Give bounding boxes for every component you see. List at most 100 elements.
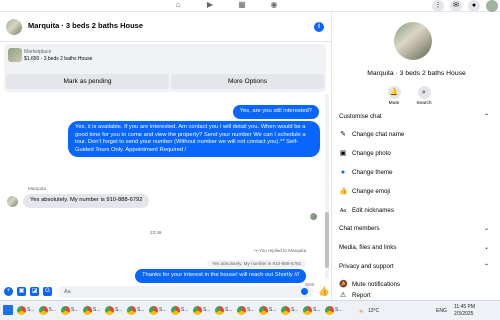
taskbar-app[interactable]: S... <box>104 304 124 318</box>
browser-icon <box>127 306 136 315</box>
chevron-down-icon: ⌄ <box>483 245 489 251</box>
listing-title[interactable]: $1,650 - 3 beds 2 baths House <box>24 56 92 62</box>
taskbar-app-label: S... <box>71 307 79 313</box>
image-icon[interactable]: ▣ <box>17 287 26 296</box>
home-icon[interactable]: ⌂ <box>170 0 186 10</box>
mute-notifications[interactable]: 🔕 Mute notifications <box>339 278 489 292</box>
change-emoji[interactable]: 👍 Change emoji <box>339 185 489 199</box>
browser-icon <box>237 306 246 315</box>
taskbar-app-label: S... <box>27 307 35 313</box>
quoted-message[interactable]: Yes absolutely. My number is 910-888-679… <box>207 260 307 267</box>
taskbar: S... 5... S... S... S... S... S... S... S... S...… <box>0 300 500 320</box>
message-outgoing[interactable]: Thanks for your interest in the house! w… <box>135 269 307 283</box>
sender-avatar[interactable] <box>7 196 18 207</box>
notifications-icon[interactable]: ● <box>468 0 480 12</box>
message-outgoing[interactable]: Yes, it is available. If you are interes… <box>68 121 320 158</box>
taskbar-app[interactable]: S... <box>192 304 212 318</box>
mute-button[interactable]: 🔔 Mute <box>379 86 409 106</box>
taskbar-app[interactable]: S... <box>60 304 80 318</box>
taskbar-app-label: S... <box>93 307 101 313</box>
search-label: Search <box>416 101 432 106</box>
reply-note-text: You replied to Marquita <box>259 248 307 253</box>
info-icon[interactable]: i <box>314 22 324 32</box>
item-label: Report <box>352 292 371 299</box>
item-label: Mute notifications <box>352 281 401 288</box>
taskbar-app[interactable]: S... <box>16 304 36 318</box>
search-button[interactable]: ⌕ Search <box>409 86 439 106</box>
clock-date[interactable]: 2/3/2025 <box>454 311 473 317</box>
browser-icon <box>215 306 224 315</box>
browser-icon <box>83 306 92 315</box>
customise-chat-section[interactable]: Customise chat ⌃ <box>339 110 489 124</box>
profile-avatar[interactable] <box>486 0 498 12</box>
chat-avatar[interactable] <box>6 19 22 35</box>
taskbar-app[interactable]: 5... <box>38 304 58 318</box>
clock-time[interactable]: 11:45 PM <box>454 304 475 310</box>
taskbar-app-label: S... <box>291 307 299 313</box>
taskbar-app[interactable]: S... <box>82 304 102 318</box>
video-icon[interactable]: ▶ <box>202 0 218 10</box>
message-input[interactable]: Aa <box>58 286 313 298</box>
edit-nicknames[interactable]: Aa Edit nicknames <box>339 204 489 218</box>
chat-scrollbar[interactable] <box>325 94 329 279</box>
item-label: Change chat name <box>352 131 405 138</box>
taskbar-app[interactable]: S... <box>170 304 190 318</box>
change-chat-name[interactable]: ✎ Change chat name <box>339 128 489 142</box>
taskbar-app[interactable]: S... <box>258 304 278 318</box>
sticker-icon[interactable]: ◪ <box>30 287 39 296</box>
taskbar-app[interactable]: S... <box>280 304 300 318</box>
weather-icon[interactable]: ☀ <box>358 308 364 316</box>
change-theme[interactable]: ● Change theme <box>339 166 489 180</box>
browser-icon <box>149 306 158 315</box>
item-label: Change emoji <box>352 188 391 195</box>
gif-icon[interactable]: G <box>43 287 52 296</box>
language[interactable]: ENG <box>436 308 447 314</box>
more-options-button[interactable]: More Options <box>171 74 324 89</box>
chat-title[interactable]: Marquita · 3 beds 2 baths House <box>28 21 143 30</box>
media-section[interactable]: Media, files and links ⌄ <box>339 241 489 255</box>
plus-icon[interactable]: + <box>4 287 13 296</box>
marketplace-label: Marketplace <box>24 49 52 55</box>
message-outgoing[interactable]: Yes, are you still interested? <box>232 105 319 119</box>
change-photo[interactable]: ▣ Change photo <box>339 147 489 161</box>
report[interactable]: ⚠ Report <box>339 292 489 300</box>
taskbar-app[interactable]: S... <box>302 304 322 318</box>
taskbar-app[interactable]: S... <box>148 304 168 318</box>
browser-icon <box>61 306 70 315</box>
search-icon: ⌕ <box>417 86 431 99</box>
scroll-thumb[interactable] <box>325 212 329 268</box>
start-icon[interactable] <box>3 305 13 315</box>
report-icon: ⚠ <box>339 292 347 299</box>
browser-icon <box>259 306 268 315</box>
seen-avatar <box>310 213 317 220</box>
chat-members-section[interactable]: Chat members ⌄ <box>339 222 489 236</box>
taskbar-app[interactable]: S... <box>214 304 234 318</box>
weather-temp[interactable]: 13°C <box>368 308 379 314</box>
taskbar-app-label: 5... <box>49 307 56 313</box>
reply-note: ↪ You replied to Marquita <box>254 248 307 253</box>
like-icon[interactable]: 👍 <box>318 287 329 296</box>
messenger-icon[interactable]: ✉ <box>450 0 462 12</box>
emoji-icon[interactable] <box>301 288 308 295</box>
listing-thumbnail[interactable] <box>8 48 22 62</box>
photo-icon: ▣ <box>339 150 347 157</box>
taskbar-app[interactable]: S... <box>236 304 256 318</box>
message-incoming[interactable]: Yes absolutely. My number is 910-888-679… <box>23 194 150 208</box>
conversation-avatar[interactable] <box>394 22 432 60</box>
taskbar-app[interactable]: S... <box>324 304 344 318</box>
nickname-icon: Aa <box>339 208 347 214</box>
taskbar-app-label: S... <box>269 307 277 313</box>
section-label: Media, files and links <box>339 244 397 251</box>
browser-icon <box>193 306 202 315</box>
privacy-section[interactable]: Privacy and support ⌃ <box>339 260 489 274</box>
taskbar-app[interactable]: S... <box>126 304 146 318</box>
conversation-details: Marquita · 3 beds 2 baths House 🔔 Mute ⌕… <box>333 12 500 300</box>
conversation-name: Marquita · 3 beds 2 baths House <box>367 70 466 77</box>
taskbar-app-label: S... <box>335 307 343 313</box>
menu-grid-icon[interactable]: ⋮ <box>432 0 444 12</box>
marketplace-icon[interactable]: ▦ <box>234 0 250 10</box>
mark-pending-button[interactable]: Mark as pending <box>6 74 169 89</box>
taskbar-app-label: S... <box>203 307 211 313</box>
groups-icon[interactable]: ◉ <box>266 0 282 10</box>
theme-icon: ● <box>340 169 346 176</box>
